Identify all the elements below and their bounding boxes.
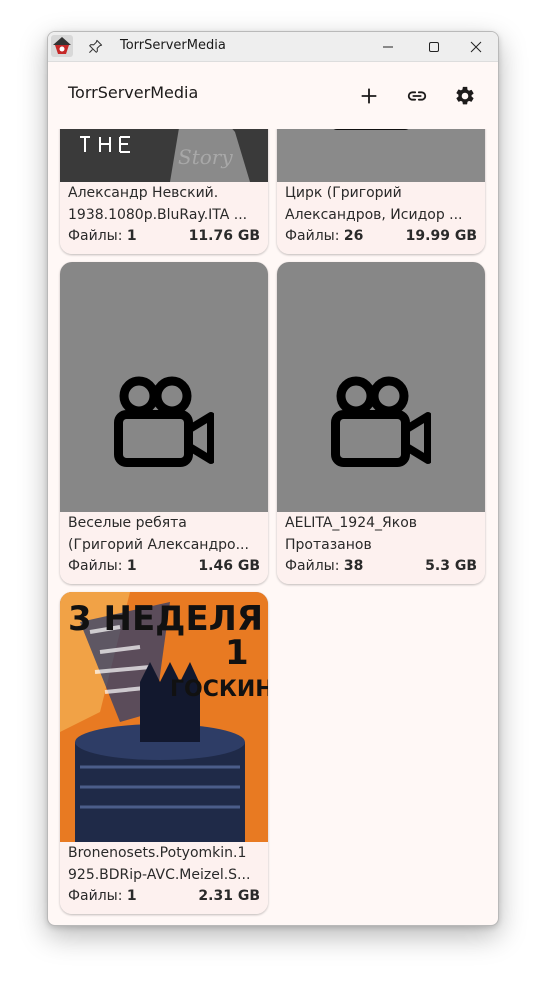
files-count: Файлы: 1 xyxy=(68,558,137,574)
close-icon xyxy=(470,41,482,52)
app-bar: TorrServerMedia xyxy=(48,62,498,129)
size-value: 1.46 GB xyxy=(198,558,260,574)
maximize-icon xyxy=(429,41,439,52)
torrent-card[interactable]: AELITA_1924_Яков Протазанов Файлы: 38 5.… xyxy=(277,262,485,584)
files-label: Файлы: xyxy=(68,228,123,244)
card-title-line: Веселые ребята xyxy=(68,515,187,531)
files-count: Файлы: 26 xyxy=(285,228,363,244)
poster-image: 3 НЕДЕЛЯ 1 ГОСКИНО xyxy=(60,592,268,842)
poster-caption-mid: 1 xyxy=(225,633,249,673)
video-camera-icon xyxy=(331,376,431,467)
settings-button[interactable] xyxy=(451,82,479,110)
files-value: 1 xyxy=(126,228,137,244)
torrent-card[interactable]: Story Александр Невский. 1938.1080p.BluR… xyxy=(60,129,268,254)
card-title-line: (Григорий Александро... xyxy=(68,537,249,553)
link-icon xyxy=(407,91,427,101)
files-count: Файлы: 1 xyxy=(68,228,137,244)
card-title: Александр Невский. 1938.1080p.BluRay.ITA… xyxy=(68,182,260,226)
torrent-card[interactable]: Веселые ребята (Григорий Александро... Ф… xyxy=(60,262,268,584)
card-title-line: Bronenosets.Potyomkin.1 xyxy=(68,845,247,861)
poster-placeholder xyxy=(60,262,268,512)
card-title: Цирк (Григорий Александров, Исидор ... xyxy=(285,182,477,226)
files-label: Файлы: xyxy=(68,888,123,904)
poster-caption-bottom: ГОСКИНО xyxy=(170,677,268,702)
files-value: 1 xyxy=(126,558,137,574)
app-title: TorrServerMedia xyxy=(68,83,199,102)
card-title-line: AELITA_1924_Яков xyxy=(285,515,418,531)
minimize-button[interactable] xyxy=(368,32,408,61)
poster-placeholder xyxy=(277,262,485,512)
card-title-line: Александр Невский. xyxy=(68,185,219,201)
add-link-button[interactable] xyxy=(403,82,431,110)
files-count: Файлы: 38 xyxy=(285,558,363,574)
files-value: 26 xyxy=(343,228,364,244)
app-window: TorrServerMedia TorrServerMedia Story Ал… xyxy=(47,31,499,926)
poster-image xyxy=(277,129,485,182)
card-title: Веселые ребята (Григорий Александро... xyxy=(68,512,260,556)
card-title: AELITA_1924_Яков Протазанов xyxy=(285,512,477,556)
minimize-icon xyxy=(383,46,393,47)
files-label: Файлы: xyxy=(285,558,340,574)
size-value: 11.76 GB xyxy=(188,228,260,244)
torrent-card[interactable]: Цирк (Григорий Александров, Исидор ... Ф… xyxy=(277,129,485,254)
files-value: 1 xyxy=(126,888,137,904)
torrent-grid[interactable]: Story Александр Невский. 1938.1080p.BluR… xyxy=(48,129,498,925)
card-info: AELITA_1924_Яков Протазанов Файлы: 38 5.… xyxy=(277,512,485,584)
card-title: Bronenosets.Potyomkin.1 925.BDRip-AVC.Me… xyxy=(68,842,260,886)
size-value: 2.31 GB xyxy=(198,888,260,904)
maximize-button[interactable] xyxy=(414,32,454,61)
title-bar[interactable]: TorrServerMedia xyxy=(48,32,498,62)
size-value: 5.3 GB xyxy=(425,558,477,574)
svg-text:Story: Story xyxy=(178,145,233,169)
add-icon xyxy=(361,88,377,104)
card-title-line: Протазанов xyxy=(285,537,372,553)
card-title-line: Александров, Исидор ... xyxy=(285,207,463,223)
pin-icon[interactable] xyxy=(88,39,103,54)
files-value: 38 xyxy=(343,558,364,574)
poster-image: Story xyxy=(60,129,268,182)
card-title-line: 1938.1080p.BluRay.ITA ... xyxy=(68,207,248,223)
torrent-card[interactable]: 3 НЕДЕЛЯ 1 ГОСКИНО Bronenosets.Potyomkin… xyxy=(60,592,268,914)
size-value: 19.99 GB xyxy=(405,228,477,244)
card-info: Цирк (Григорий Александров, Исидор ... Ф… xyxy=(277,182,485,254)
window-title: TorrServerMedia xyxy=(120,38,226,53)
settings-icon xyxy=(456,86,474,105)
card-title-line: 925.BDRip-AVC.Meizel.S... xyxy=(68,867,251,883)
close-button[interactable] xyxy=(456,32,496,61)
card-info: Bronenosets.Potyomkin.1 925.BDRip-AVC.Me… xyxy=(60,842,268,914)
video-camera-icon xyxy=(114,376,214,467)
files-label: Файлы: xyxy=(68,558,123,574)
card-title-line: Цирк (Григорий xyxy=(285,185,402,201)
card-info: Веселые ребята (Григорий Александро... Ф… xyxy=(60,512,268,584)
files-count: Файлы: 1 xyxy=(68,888,137,904)
app-icon xyxy=(51,35,73,57)
card-info: Александр Невский. 1938.1080p.BluRay.ITA… xyxy=(60,182,268,254)
files-label: Файлы: xyxy=(285,228,340,244)
add-button[interactable] xyxy=(355,82,383,110)
